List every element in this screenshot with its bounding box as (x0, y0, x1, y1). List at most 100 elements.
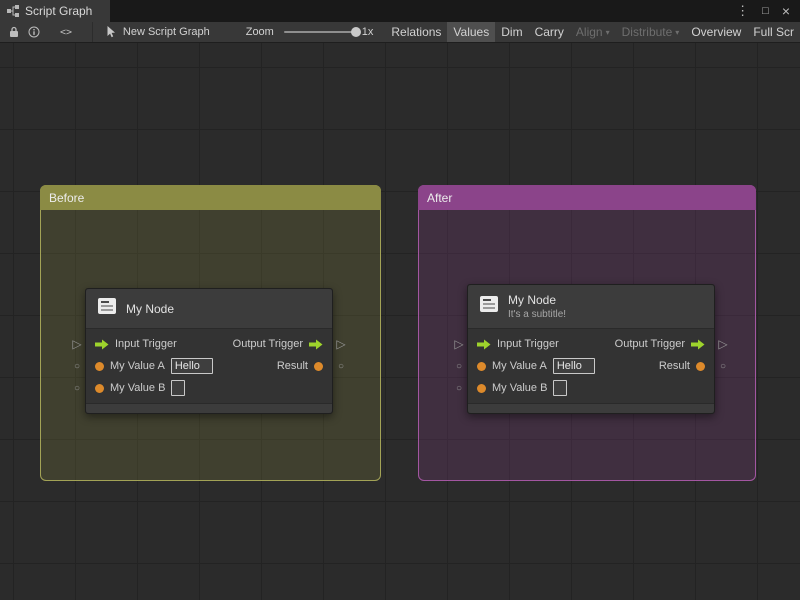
trigger-arrow-icon[interactable] (477, 339, 491, 350)
close-icon[interactable]: × (782, 3, 790, 19)
group-before-label: Before (49, 190, 85, 205)
toolbar-buttons: Relations Values Dim Carry Align ▾ Distr… (385, 22, 800, 42)
carry-button[interactable]: Carry (529, 22, 570, 42)
node-header[interactable]: My Node It's a subtitle! (468, 285, 714, 329)
node-before-left-ports: ▷ ○ ○ (69, 288, 85, 399)
my-node[interactable]: My Node Input Trigger Output Trigger My … (85, 288, 333, 414)
pointer-icon (106, 26, 117, 38)
value-a-label: My Value A (492, 360, 547, 372)
tab-script-graph[interactable]: Script Graph (0, 0, 111, 22)
value-port-dot[interactable] (95, 361, 104, 371)
fullscreen-button[interactable]: Full Scr (747, 22, 800, 42)
overview-label: Overview (691, 25, 742, 39)
input-trigger-port[interactable]: ▷ (451, 333, 467, 355)
node-footer (468, 403, 714, 413)
unity-graph-window: { "window": { "tab_title": "Script Graph… (0, 0, 800, 600)
value-b-input[interactable] (553, 380, 568, 396)
group-after-label: After (427, 190, 453, 205)
node-ports: Input Trigger Output Trigger My Value A (468, 329, 714, 403)
node-ports: Input Trigger Output Trigger My Value A (86, 329, 332, 403)
window-controls: ⋮ □ × (726, 0, 800, 22)
value-port-dot[interactable] (477, 383, 486, 393)
value-a-input[interactable] (170, 358, 213, 374)
align-label: Align (575, 25, 603, 39)
fullscreen-label: Full Scr (753, 25, 794, 39)
values-label: Values (453, 25, 490, 39)
code-view-icon[interactable]: <> (60, 27, 72, 38)
input-trigger-label: Input Trigger (115, 338, 177, 350)
node-subtitle: It's a subtitle! (508, 309, 567, 320)
value-b-label: My Value B (110, 382, 166, 394)
input-trigger-label: Input Trigger (497, 338, 559, 350)
lock-icon[interactable] (9, 26, 19, 38)
trigger-arrow-icon[interactable] (95, 339, 109, 350)
node-footer (86, 403, 332, 413)
value-a-label: My Value A (110, 360, 165, 372)
my-node[interactable]: My Node It's a subtitle! Input Trigger O… (467, 284, 715, 414)
output-trigger-label: Output Trigger (614, 338, 685, 350)
value-b-port[interactable]: ○ (69, 377, 85, 399)
script-graph-icon (7, 5, 19, 17)
result-label: Result (276, 360, 308, 372)
zoom-slider-thumb[interactable] (350, 27, 361, 37)
relations-button[interactable]: Relations (385, 22, 447, 42)
maximize-icon[interactable]: □ (762, 5, 769, 17)
output-trigger-port[interactable]: ▷ (333, 333, 349, 355)
result-label: Result (658, 360, 690, 372)
row-value-a: My Value A Result (468, 355, 714, 377)
graph-canvas[interactable]: Before After ▷ ○ ○ My Node Input Trigger… (0, 43, 800, 600)
graph-name[interactable]: New Script Graph (123, 26, 210, 38)
result-port-dot[interactable] (696, 361, 705, 371)
value-b-port[interactable]: ○ (451, 377, 467, 399)
node-after-left-ports: ▷ ○ ○ (451, 284, 467, 399)
trigger-arrow-icon[interactable] (309, 339, 323, 350)
value-b-input[interactable] (171, 380, 186, 396)
group-after-header[interactable]: After (418, 185, 756, 210)
output-trigger-port[interactable]: ▷ (715, 333, 731, 355)
tab-title: Script Graph (25, 4, 93, 18)
value-a-port[interactable]: ○ (451, 355, 467, 377)
row-value-a: My Value A Result (86, 355, 332, 377)
relations-label: Relations (391, 25, 442, 39)
result-port[interactable]: ○ (715, 355, 731, 377)
node-title: My Node (126, 301, 175, 316)
node-before[interactable]: ▷ ○ ○ My Node Input Trigger Output Trigg… (69, 288, 349, 414)
dim-button[interactable]: Dim (495, 22, 528, 42)
value-a-input[interactable] (552, 358, 595, 374)
result-port[interactable]: ○ (333, 355, 349, 377)
zoom-label: Zoom (245, 26, 274, 38)
distribute-label: Distribute (621, 25, 673, 39)
chevron-down-icon: ▾ (675, 27, 680, 37)
trigger-arrow-icon[interactable] (691, 339, 705, 350)
node-after-right-ports: ▷ ○ (715, 284, 731, 399)
toolbar-divider (92, 22, 93, 42)
dim-label: Dim (501, 25, 523, 39)
tab-bar: Script Graph ⋮ □ × (0, 0, 800, 22)
input-trigger-port[interactable]: ▷ (69, 333, 85, 355)
node-after[interactable]: ▷ ○ ○ My Node It's a subtitle! Input Tri… (451, 284, 731, 414)
distribute-dropdown[interactable]: Distribute ▾ (616, 22, 686, 42)
align-dropdown[interactable]: Align ▾ (570, 22, 616, 42)
carry-label: Carry (534, 25, 564, 39)
node-header[interactable]: My Node (86, 289, 332, 329)
row-value-b: My Value B (86, 377, 332, 399)
value-a-port[interactable]: ○ (69, 355, 85, 377)
info-icon[interactable] (28, 26, 40, 38)
group-before-header[interactable]: Before (40, 185, 381, 210)
zoom-slider[interactable] (283, 27, 361, 37)
row-triggers: Input Trigger Output Trigger (86, 333, 332, 355)
kebab-menu-icon[interactable]: ⋮ (736, 3, 749, 19)
result-port-dot[interactable] (314, 361, 323, 371)
overview-button[interactable]: Overview (685, 22, 747, 42)
value-port-dot[interactable] (95, 383, 104, 393)
node-icon (478, 293, 500, 320)
row-triggers: Input Trigger Output Trigger (468, 333, 714, 355)
zoom-value: 1x (361, 26, 374, 38)
node-titles: My Node It's a subtitle! (508, 293, 566, 320)
value-port-dot[interactable] (477, 361, 486, 371)
chevron-down-icon: ▾ (605, 27, 610, 37)
zoom-slider-track[interactable] (283, 31, 355, 33)
node-title: My Node (508, 293, 557, 307)
values-button[interactable]: Values (447, 22, 496, 42)
output-trigger-label: Output Trigger (232, 338, 303, 350)
